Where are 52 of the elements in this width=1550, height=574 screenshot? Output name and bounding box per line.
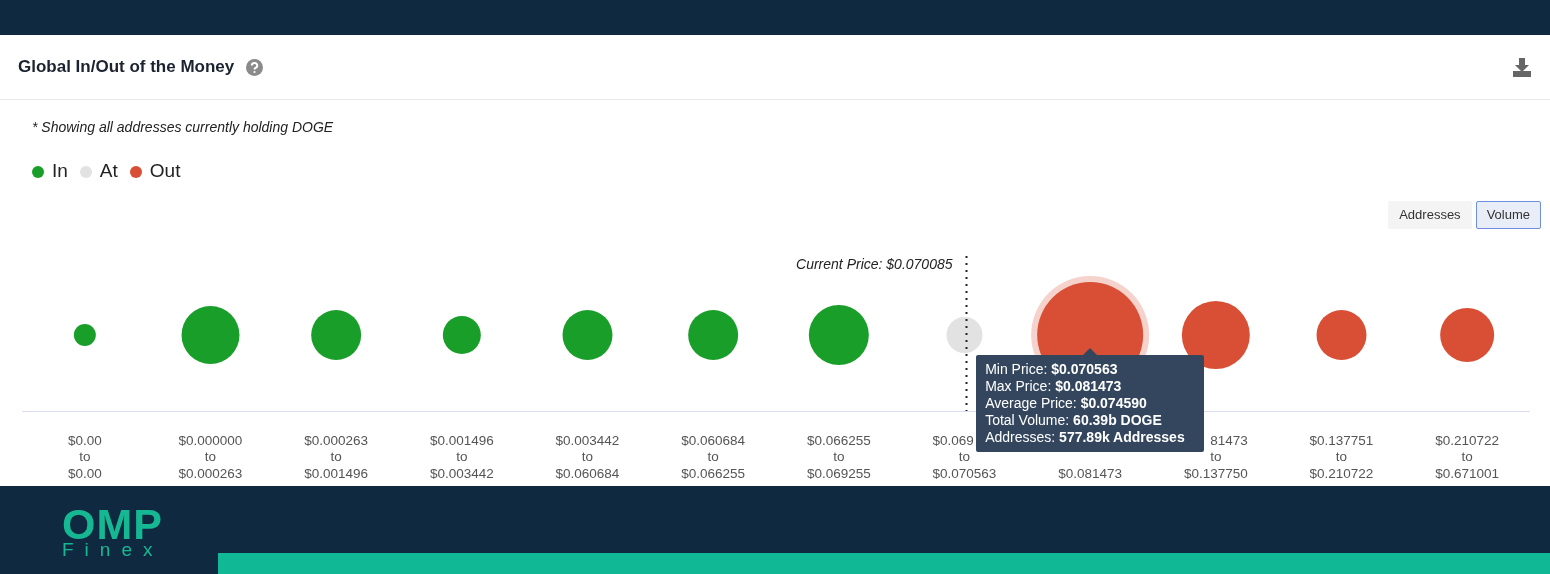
axis-label: $0.001496	[429, 432, 494, 449]
axis-label: $0.671001	[1435, 465, 1500, 482]
tooltip-line: Addresses: 577.89k Addresses	[985, 429, 1186, 446]
logo-subtext: Finex	[62, 540, 164, 559]
axis-label: $0.066255	[806, 432, 871, 449]
legend-label[interactable]: Out	[149, 157, 181, 186]
axis-label: $0.000263	[178, 465, 243, 482]
axis-label: to	[1334, 449, 1349, 466]
axis-label: $0.000000	[178, 432, 243, 449]
axis-label: 81473	[1209, 432, 1248, 449]
tooltip-line: Average Price: $0.074590	[985, 395, 1148, 412]
axis-label: $0.000263	[304, 432, 369, 449]
axis-label: to	[1209, 449, 1223, 466]
axis-label: to	[78, 449, 92, 466]
tooltip-line: Max Price: $0.081473	[985, 378, 1123, 395]
axis-label: to	[832, 449, 846, 466]
bubble[interactable]	[1316, 310, 1367, 360]
axis-label: $0.003442	[429, 465, 494, 482]
axis-label: $0.00	[66, 465, 103, 482]
axis-label: $0.066255	[681, 465, 746, 482]
axis-label: $0.210722	[1435, 432, 1500, 449]
tooltip-line: Min Price: $0.070563	[985, 361, 1119, 378]
axis-label: to	[1460, 449, 1474, 466]
axis-label: $0.210722	[1309, 465, 1374, 482]
axis-label: $0.081473	[1058, 465, 1123, 482]
axis-label: to	[580, 449, 595, 466]
axis-label: to	[329, 449, 343, 466]
axis-label: $0.060684	[681, 432, 746, 449]
note-text: * Showing all addresses currently holding DOGE	[32, 119, 334, 135]
axis-label: $0.070563	[932, 465, 997, 482]
axis-label: to	[706, 449, 720, 466]
bubble[interactable]	[1440, 308, 1495, 362]
toggle-button[interactable]: Addresses	[1388, 201, 1472, 229]
axis-label: $0.001496	[304, 465, 369, 482]
legend-label[interactable]: At	[99, 157, 118, 186]
bubble[interactable]	[1181, 301, 1250, 369]
axis-label: to	[203, 449, 218, 466]
axis-label: $0.137751	[1309, 432, 1374, 449]
axis-label: $0.137750	[1183, 465, 1248, 482]
axis-label: to	[455, 449, 469, 466]
axis-label: $0.00	[66, 432, 103, 449]
axis-label: $0.069255	[806, 465, 871, 482]
tooltip-line: Total Volume: 60.39b DOGE	[985, 412, 1163, 429]
toggle-button[interactable]: Volume	[1475, 201, 1541, 229]
download-icon[interactable]	[1512, 57, 1532, 77]
legend-label[interactable]: In	[52, 157, 68, 186]
axis-label: $0.060684	[555, 465, 620, 482]
current-price-label: Current Price: $0.070085	[796, 256, 953, 273]
axis-label: to	[957, 449, 972, 466]
help-icon[interactable]	[246, 58, 264, 76]
axis-label: $0.003442	[555, 432, 620, 449]
card-title: Global In/Out of the Money	[18, 56, 235, 79]
